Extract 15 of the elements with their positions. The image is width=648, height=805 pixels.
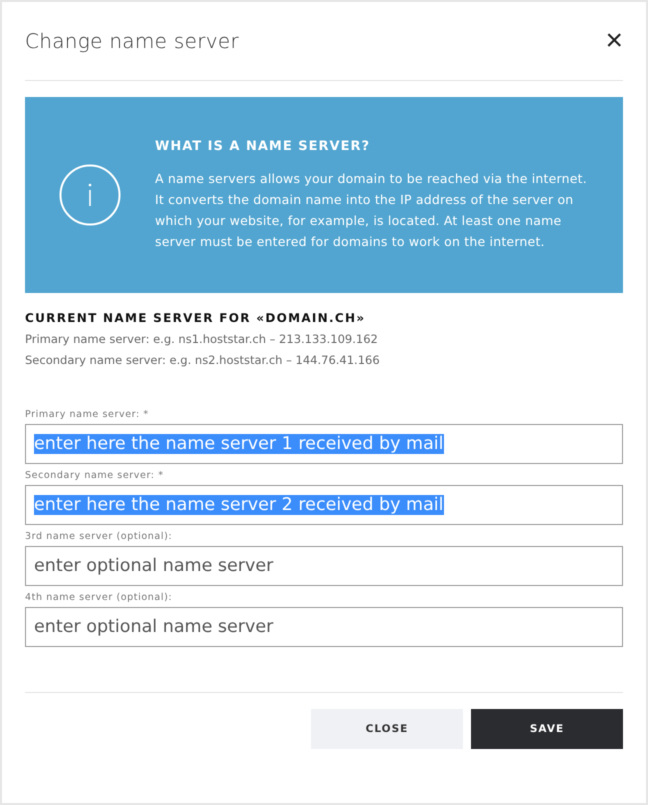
save-button[interactable]: SAVE [471,709,623,749]
field-label: 3rd name server (optional): [25,531,174,542]
input-field[interactable]: enter optional name server [25,607,623,647]
dialog-title: Change name server [25,29,240,53]
current-server-line: Secondary name server: e.g. ns2.hoststar.ch – 144.76.41.166 [25,353,381,367]
info-text: A name servers allows your domain to be reached via the internet. It converts the domain name into the IP address of the server on which your website, for example, is located. At least one name server must be entered for domains to work on the internet. [155,170,588,250]
info-icon [59,164,121,226]
current-server-line: Primary name server: e.g. ns1.hoststar.ch – 213.133.109.162 [25,332,379,346]
field-label: Primary name server: * [25,409,150,420]
close-button[interactable]: CLOSE [311,709,463,749]
info-heading: WHAT IS A NAME SERVER? [155,138,372,154]
field-label: 4th name server (optional): [25,592,174,603]
field-label: Secondary name server: * [25,470,165,481]
input-field[interactable]: enter optional name server [25,546,623,586]
current-heading: CURRENT NAME SERVER FOR «DOMAIN.CH» [25,311,366,325]
